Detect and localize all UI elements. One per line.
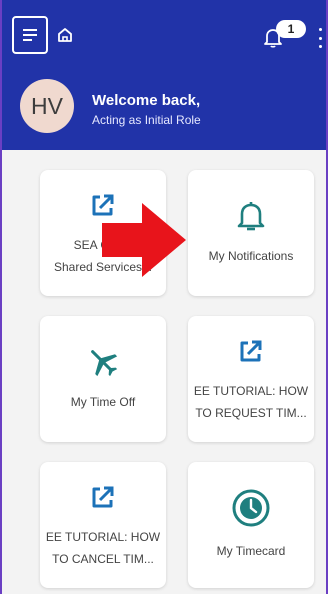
tile-ee-tutorial-request-time[interactable]: EE TUTORIAL: HOW TO REQUEST TIM... bbox=[188, 316, 314, 442]
role-subtitle: Acting as Initial Role bbox=[92, 113, 201, 127]
more-options-icon[interactable] bbox=[316, 28, 324, 48]
app-frame: 1 HV Welcome back, Acting as Initial Rol… bbox=[0, 0, 328, 594]
tile-label-line2: TO REQUEST TIM... bbox=[195, 406, 307, 420]
hamburger-menu-button[interactable] bbox=[12, 16, 48, 54]
app-header: 1 HV Welcome back, Acting as Initial Rol… bbox=[2, 0, 326, 150]
welcome-heading: Welcome back, bbox=[92, 92, 201, 109]
top-bar: 1 bbox=[2, 0, 326, 60]
avatar[interactable]: HV bbox=[20, 79, 74, 133]
tile-label-line1: EE TUTORIAL: HOW bbox=[45, 530, 161, 544]
notification-count-badge: 1 bbox=[276, 20, 306, 38]
tile-label-line2: TO CANCEL TIM... bbox=[52, 552, 154, 566]
airplane-icon bbox=[91, 350, 118, 377]
tile-label-line1: My Timecard bbox=[216, 544, 286, 558]
tile-my-time-off[interactable]: My Time Off bbox=[40, 316, 166, 442]
tile-my-timecard[interactable]: My Timecard bbox=[188, 462, 314, 588]
red-arrow-annotation-icon bbox=[102, 203, 186, 277]
tile-label-line1: EE TUTORIAL: HOW bbox=[193, 384, 309, 398]
tile-label-line1: My Time Off bbox=[70, 395, 136, 409]
clock-icon bbox=[232, 489, 270, 527]
home-icon[interactable] bbox=[56, 26, 74, 44]
tile-label-line1: My Notifications bbox=[208, 249, 294, 263]
external-link-icon bbox=[92, 486, 114, 508]
tile-ee-tutorial-cancel-time[interactable]: EE TUTORIAL: HOW TO CANCEL TIM... bbox=[40, 462, 166, 588]
tile-my-notifications[interactable]: My Notifications bbox=[188, 170, 314, 296]
external-link-icon bbox=[240, 340, 262, 362]
hamburger-icon bbox=[23, 29, 37, 41]
bell-icon bbox=[237, 202, 265, 231]
